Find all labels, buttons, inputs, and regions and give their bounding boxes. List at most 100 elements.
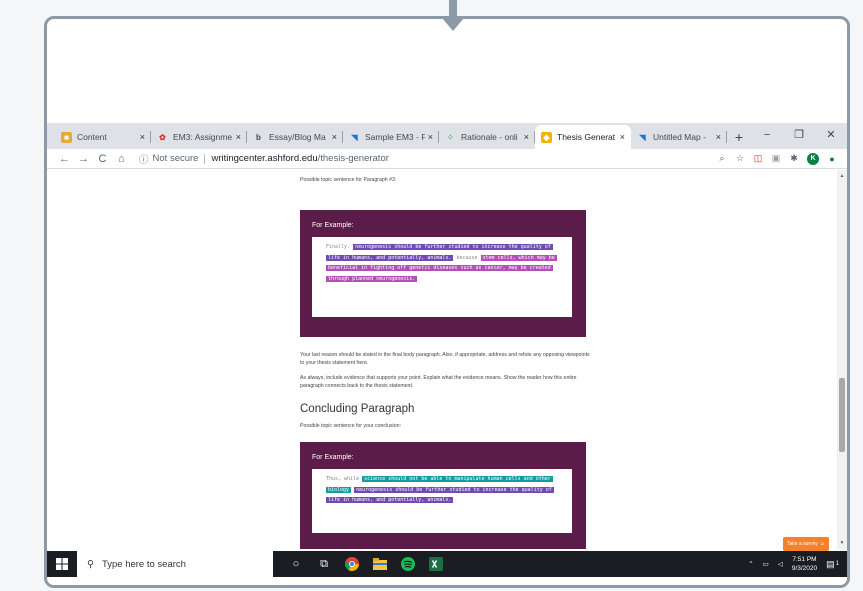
- url-domain: writingcenter.ashford.edu: [211, 153, 318, 164]
- highlight-reason: stem cells, which may be: [480, 254, 557, 261]
- avatar[interactable]: K: [807, 152, 819, 165]
- browser-tab[interactable]: b Essay/Blog Ma ×: [247, 125, 343, 149]
- example-connector: because: [456, 254, 478, 261]
- new-tab-button[interactable]: +: [727, 125, 751, 149]
- back-icon[interactable]: ←: [55, 153, 74, 165]
- example-lead: Finally,: [326, 244, 351, 250]
- highlight-thesis: life in humans, and potentially, animals…: [326, 254, 454, 261]
- smile-icon: ☺: [819, 541, 825, 547]
- zoom-icon[interactable]: ⌕: [717, 153, 727, 164]
- highlight-thesis: life in humans, and potentially, animals…: [326, 497, 454, 503]
- body-paragraph: Your last reason should be stated in the…: [300, 352, 590, 366]
- browser-tab[interactable]: ◥ Untitled Map - ×: [631, 125, 727, 149]
- excel-icon[interactable]: [429, 557, 443, 571]
- clock-date: 9/3/2020: [791, 565, 818, 572]
- taskbar-apps: ○ ⧉: [289, 557, 443, 571]
- toolbar-icons: ⌕ ☆ ◫ ▣ ✱ K ●: [717, 152, 847, 165]
- example-label: For Example:: [312, 454, 354, 461]
- browser-tab[interactable]: ✿ EM3: Assignme ×: [151, 125, 247, 149]
- highlight-thesis: neurogenesis should be further studied t…: [354, 486, 554, 493]
- restore-button[interactable]: ❐: [783, 123, 815, 147]
- extension-icon[interactable]: ▣: [771, 153, 781, 164]
- highlight-reason: through planned neurogenesis.: [326, 275, 418, 282]
- screenshot-frame: ■ Content × ✿ EM3: Assignme × b Essay/Blog Ma × ◥…: [44, 16, 850, 588]
- browser-tab[interactable]: ◆ Thesis Generat ×: [535, 125, 631, 149]
- dots-icon: ⁘: [447, 132, 454, 142]
- tab-strip: ■ Content × ✿ EM3: Assignme × b Essay/Blog Ma × ◥…: [47, 123, 847, 149]
- star-icon[interactable]: ☆: [735, 153, 745, 164]
- scrollbar-thumb[interactable]: [839, 378, 845, 452]
- clock[interactable]: 7:51 PM 9/3/2020: [792, 555, 817, 573]
- minimize-button[interactable]: −: [751, 123, 783, 147]
- volume-icon[interactable]: ◁: [778, 560, 783, 568]
- omnibox[interactable]: ⓘ Not secure writingcenter.ashford.edu /…: [139, 152, 717, 166]
- tab-title: Untitled Map -: [653, 132, 706, 142]
- close-window-button[interactable]: ✕: [815, 123, 847, 147]
- puzzle-icon[interactable]: ✱: [789, 153, 799, 164]
- divider: [204, 153, 206, 164]
- close-tab-icon[interactable]: ×: [332, 132, 337, 142]
- notification-count: 1: [835, 561, 839, 567]
- tab-title: EM3: Assignme: [173, 132, 233, 142]
- battery-icon[interactable]: ▭: [763, 560, 769, 568]
- example-label: For Example:: [312, 222, 354, 229]
- close-tab-icon[interactable]: ×: [716, 132, 721, 142]
- update-icon[interactable]: ●: [827, 154, 837, 164]
- search-placeholder: Type here to search: [101, 558, 186, 570]
- page-content: Possible topic sentence for Paragraph #3…: [47, 170, 837, 549]
- browser-tab[interactable]: ■ Content ×: [55, 125, 151, 149]
- cortana-icon[interactable]: ○: [289, 557, 303, 571]
- system-tray: ⌃ ▭ ◁ 7:51 PM 9/3/2020 ▤ 1: [748, 551, 839, 577]
- survey-label: Take a survey: [787, 541, 818, 547]
- highlight-counter: science should not be able to manipulate…: [362, 476, 553, 482]
- highlight-reason: beneficial in fighting off genetic disea…: [326, 265, 553, 271]
- highlight-counter: biology: [326, 486, 352, 493]
- content-icon: ■: [61, 131, 72, 143]
- forward-icon[interactable]: →: [74, 153, 93, 165]
- close-tab-icon[interactable]: ×: [140, 132, 145, 142]
- bottom-margin: [47, 577, 847, 585]
- example-card: For Example: Thus, while science should …: [300, 442, 586, 549]
- close-tab-icon[interactable]: ×: [620, 132, 625, 142]
- taskbar: ⚲ Type here to search ○ ⧉ ⌃ ▭ ◁ 7:51 PM …: [47, 551, 847, 577]
- scrollbar[interactable]: ▲ ▼: [837, 170, 847, 549]
- reload-icon[interactable]: C: [93, 153, 112, 165]
- example-lead: Thus, while: [326, 476, 360, 482]
- info-icon[interactable]: ⓘ: [139, 152, 149, 166]
- clock-time: 7:51 PM: [792, 556, 817, 563]
- example-card: For Example: Finally, neurogenesis shoul…: [300, 210, 586, 337]
- address-bar-row: ← → C ⌂ ⓘ Not secure writingcenter.ashfo…: [47, 149, 847, 169]
- spotify-icon[interactable]: [401, 557, 415, 571]
- taskbar-search[interactable]: ⚲ Type here to search: [77, 551, 273, 577]
- windows-start-icon[interactable]: [47, 558, 77, 570]
- example-text: Finally, neurogenesis should be further …: [312, 237, 572, 317]
- task-view-icon[interactable]: ⧉: [317, 557, 331, 571]
- section-heading: Concluding Paragraph: [300, 403, 415, 415]
- bing-icon: b: [256, 132, 261, 142]
- browser-tab[interactable]: ◥ Sample EM3 - F ×: [343, 125, 439, 149]
- survey-button[interactable]: Take a survey ☺: [783, 537, 829, 551]
- flag-icon: ◥: [351, 132, 358, 142]
- notification-icon[interactable]: ▤ 1: [826, 559, 839, 570]
- scroll-up-icon[interactable]: ▲: [837, 173, 847, 179]
- url-path: /thesis-generator: [317, 153, 389, 164]
- flag-icon: ◥: [639, 132, 646, 142]
- close-tab-icon[interactable]: ×: [524, 132, 529, 142]
- security-label: Not secure: [152, 153, 199, 164]
- conclusion-intro: Possible topic sentence for your conclus…: [300, 423, 401, 429]
- close-tab-icon[interactable]: ×: [428, 132, 433, 142]
- search-icon: ⚲: [87, 558, 94, 570]
- extension-icon[interactable]: ◫: [753, 153, 763, 164]
- pointer-arrow-icon: [438, 0, 468, 32]
- window-controls: − ❐ ✕: [751, 123, 847, 147]
- file-explorer-icon[interactable]: [373, 557, 387, 571]
- chrome-icon[interactable]: [345, 557, 359, 571]
- close-tab-icon[interactable]: ×: [236, 132, 241, 142]
- scroll-down-icon[interactable]: ▼: [837, 540, 847, 546]
- home-icon[interactable]: ⌂: [112, 153, 131, 165]
- chevron-up-icon[interactable]: ⌃: [748, 560, 753, 568]
- browser-tab[interactable]: ⁘ Rationale - onli ×: [439, 125, 535, 149]
- tab-title: Content: [77, 132, 107, 142]
- tab-title: Essay/Blog Ma: [269, 132, 326, 142]
- highlight-thesis: neurogenesis should be further studied t…: [353, 244, 553, 250]
